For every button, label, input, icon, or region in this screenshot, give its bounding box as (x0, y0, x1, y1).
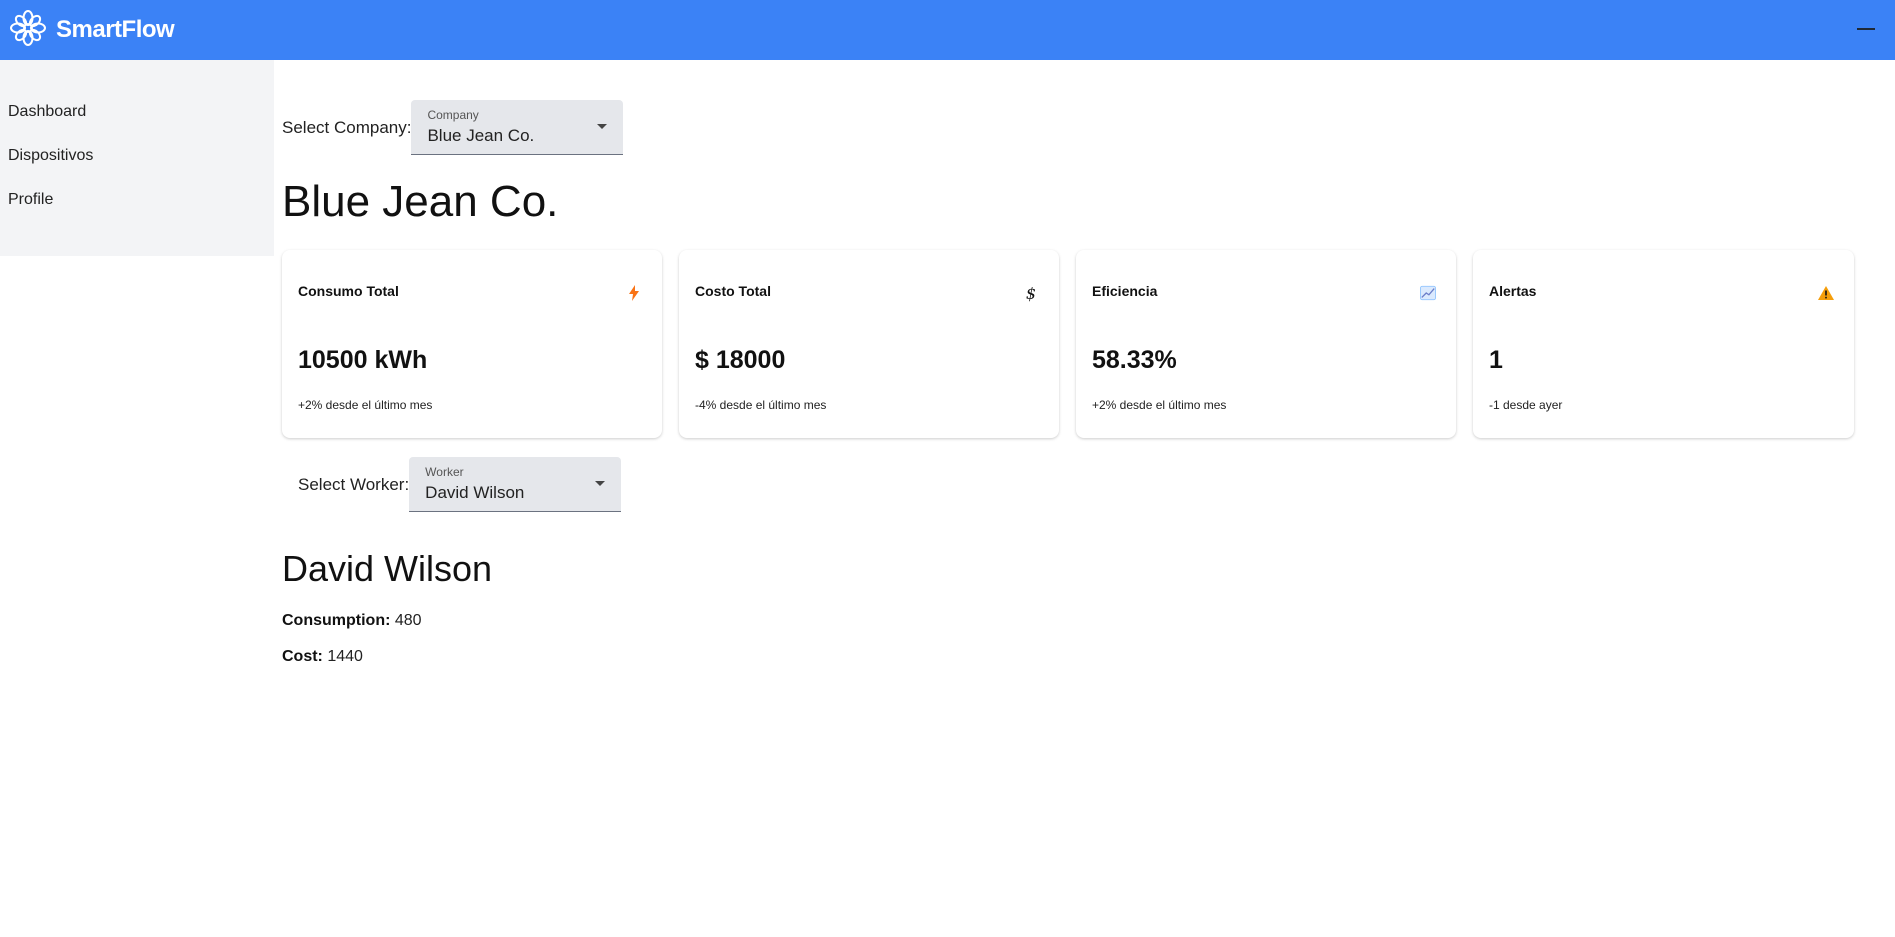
consumption-value: 480 (394, 612, 422, 629)
worker-select-caption: Worker (425, 465, 464, 479)
card-title: Eficiencia (1092, 283, 1158, 299)
dollar-icon: $ (1025, 283, 1037, 303)
flower-logo-icon (10, 9, 46, 51)
worker-select-row: Select Worker: Worker David Wilson (298, 457, 622, 512)
company-select[interactable]: Company Blue Jean Co. (411, 100, 624, 155)
card-alertas: Alertas 1 -1 desde ayer (1473, 250, 1854, 438)
minus-icon[interactable] (1857, 28, 1875, 30)
card-costo-total: Costo Total $ $ 18000 -4% desde el últim… (679, 250, 1059, 438)
lightning-icon (626, 285, 642, 301)
dropdown-arrow-icon (597, 124, 608, 129)
worker-select-label: Select Worker: (298, 474, 410, 494)
brand[interactable]: SmartFlow (10, 9, 175, 51)
sidebar-item-dashboard[interactable]: Dashboard (8, 103, 86, 121)
card-value: 10500 kWh (298, 346, 428, 374)
app-name: SmartFlow (56, 16, 175, 43)
card-value: $ 18000 (695, 346, 786, 374)
worker-name: David Wilson (282, 548, 493, 589)
top-app-bar: SmartFlow (0, 0, 1895, 60)
main-content: Select Company: Company Blue Jean Co. Bl… (282, 60, 1895, 937)
sidebar: Dashboard Dispositivos Profile (0, 60, 274, 256)
dropdown-arrow-icon (595, 481, 606, 486)
card-change: +2% desde el último mes (298, 398, 433, 412)
card-change: -4% desde el último mes (695, 398, 827, 412)
company-select-value: Blue Jean Co. (427, 126, 535, 145)
card-consumo-total: Consumo Total 10500 kWh +2% desde el últ… (282, 250, 662, 438)
company-select-caption: Company (427, 108, 479, 122)
card-title: Consumo Total (298, 283, 399, 299)
card-change: -1 desde ayer (1489, 398, 1563, 412)
worker-consumption: Consumption: 480 (282, 612, 422, 630)
card-title: Costo Total (695, 283, 771, 299)
sidebar-item-profile[interactable]: Profile (8, 191, 53, 209)
consumption-label: Consumption: (282, 612, 391, 629)
company-title: Blue Jean Co. (282, 177, 559, 226)
card-title: Alertas (1489, 283, 1537, 299)
worker-select[interactable]: Worker David Wilson (409, 457, 622, 512)
card-value: 58.33% (1092, 346, 1177, 374)
company-select-label: Select Company: (282, 117, 412, 137)
trend-chart-icon (1420, 285, 1436, 301)
card-value: 1 (1489, 346, 1503, 374)
card-change: +2% desde el último mes (1092, 398, 1227, 412)
cost-label: Cost: (282, 648, 323, 665)
company-select-row: Select Company: Company Blue Jean Co. (282, 100, 624, 155)
sidebar-item-dispositivos[interactable]: Dispositivos (8, 147, 93, 165)
worker-select-value: David Wilson (425, 483, 525, 502)
cost-value: 1440 (327, 648, 363, 665)
card-eficiencia: Eficiencia 58.33% +2% desde el último me… (1076, 250, 1456, 438)
worker-cost: Cost: 1440 (282, 648, 363, 666)
warning-icon (1818, 285, 1834, 301)
